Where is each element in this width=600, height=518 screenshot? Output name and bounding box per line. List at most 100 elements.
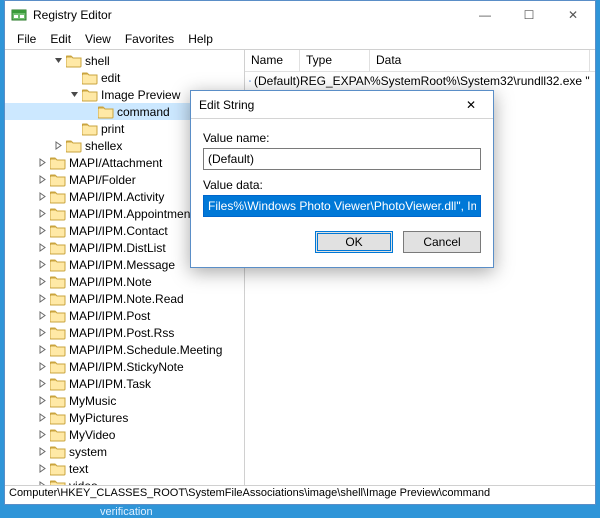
tree-item[interactable]: MAPI/IPM.Schedule.Meeting xyxy=(5,341,244,358)
chevron-down-icon[interactable] xyxy=(69,89,80,100)
twisty-none xyxy=(69,72,80,83)
menu-view[interactable]: View xyxy=(79,30,117,48)
menu-edit[interactable]: Edit xyxy=(44,30,77,48)
chevron-down-icon[interactable] xyxy=(53,55,64,66)
chevron-right-icon[interactable] xyxy=(37,191,48,202)
tree-item[interactable]: MAPI/IPM.Note xyxy=(5,273,244,290)
dialog-close-button[interactable]: ✕ xyxy=(457,98,485,112)
folder-icon xyxy=(50,360,66,374)
ok-button[interactable]: OK xyxy=(315,231,393,253)
chevron-right-icon[interactable] xyxy=(37,174,48,185)
tree-item-label: edit xyxy=(101,71,120,85)
folder-icon xyxy=(50,173,66,187)
app-icon xyxy=(11,7,27,23)
dialog-titlebar[interactable]: Edit String ✕ xyxy=(191,91,493,119)
tree-item[interactable]: MyMusic xyxy=(5,392,244,409)
folder-icon xyxy=(50,258,66,272)
tree-item[interactable]: system xyxy=(5,443,244,460)
folder-icon xyxy=(98,105,114,119)
column-header[interactable]: Name xyxy=(245,50,300,71)
value-name-input[interactable] xyxy=(203,148,481,170)
minimize-button[interactable]: — xyxy=(463,1,507,29)
tree-item[interactable]: MAPI/IPM.Post xyxy=(5,307,244,324)
tree-item-label: MAPI/Attachment xyxy=(69,156,162,170)
value-name-label: Value name: xyxy=(203,131,481,145)
column-header[interactable]: Data xyxy=(370,50,590,71)
tree-item[interactable]: video xyxy=(5,477,244,485)
menu-favorites[interactable]: Favorites xyxy=(119,30,180,48)
folder-icon xyxy=(50,394,66,408)
tree-item[interactable]: MAPI/IPM.Task xyxy=(5,375,244,392)
tree-item-label: MAPI/Folder xyxy=(69,173,136,187)
statusbar: Computer\HKEY_CLASSES_ROOT\SystemFileAss… xyxy=(5,486,595,504)
titlebar[interactable]: Registry Editor — ☐ ✕ xyxy=(5,1,595,29)
tree-item-label: print xyxy=(101,122,124,136)
menu-file[interactable]: File xyxy=(11,30,42,48)
menubar: File Edit View Favorites Help xyxy=(5,29,595,49)
chevron-right-icon[interactable] xyxy=(37,361,48,372)
value-type-cell: REG_EXPAND_SZ xyxy=(300,74,370,88)
chevron-right-icon[interactable] xyxy=(37,310,48,321)
folder-icon xyxy=(50,479,66,486)
folder-icon xyxy=(50,428,66,442)
folder-icon xyxy=(82,122,98,136)
chevron-right-icon[interactable] xyxy=(37,208,48,219)
maximize-button[interactable]: ☐ xyxy=(507,1,551,29)
string-value-icon: ab xyxy=(249,74,251,88)
tree-item-label: system xyxy=(69,445,107,459)
twisty-none xyxy=(69,123,80,134)
menu-help[interactable]: Help xyxy=(182,30,219,48)
tree-item[interactable]: edit xyxy=(5,69,244,86)
value-row[interactable]: ab(Default)REG_EXPAND_SZ%SystemRoot%\Sys… xyxy=(245,72,595,90)
tree-item-label: MAPI/IPM.Post xyxy=(69,309,150,323)
folder-icon xyxy=(50,445,66,459)
value-data-cell: %SystemRoot%\System32\rundll32.exe "%Pro… xyxy=(370,74,590,88)
folder-icon xyxy=(50,207,66,221)
folder-icon xyxy=(50,224,66,238)
folder-icon xyxy=(66,139,82,153)
cancel-button[interactable]: Cancel xyxy=(403,231,481,253)
tree-item[interactable]: MAPI/IPM.Note.Read xyxy=(5,290,244,307)
chevron-right-icon[interactable] xyxy=(37,395,48,406)
tree-item[interactable]: MyPictures xyxy=(5,409,244,426)
chevron-right-icon[interactable] xyxy=(37,344,48,355)
tree-item-label: shellex xyxy=(85,139,122,153)
close-button[interactable]: ✕ xyxy=(551,1,595,29)
chevron-right-icon[interactable] xyxy=(37,225,48,236)
chevron-right-icon[interactable] xyxy=(37,259,48,270)
chevron-right-icon[interactable] xyxy=(37,463,48,474)
tree-item[interactable]: shell xyxy=(5,52,244,69)
chevron-right-icon[interactable] xyxy=(37,157,48,168)
chevron-right-icon[interactable] xyxy=(37,242,48,253)
chevron-right-icon[interactable] xyxy=(37,327,48,338)
tree-item[interactable]: text xyxy=(5,460,244,477)
folder-icon xyxy=(50,309,66,323)
tree-item-label: MyVideo xyxy=(69,428,115,442)
chevron-right-icon[interactable] xyxy=(37,293,48,304)
tree-item-label: MAPI/IPM.Schedule.Meeting xyxy=(69,343,222,357)
tree-item-label: MAPI/IPM.Note xyxy=(69,275,152,289)
column-header[interactable]: Type xyxy=(300,50,370,71)
chevron-right-icon[interactable] xyxy=(37,446,48,457)
chevron-right-icon[interactable] xyxy=(37,378,48,389)
tree-item-label: MAPI/IPM.Message xyxy=(69,258,175,272)
tree-item-label: MAPI/IPM.Appointment xyxy=(69,207,194,221)
tree-item[interactable]: MAPI/IPM.Post.Rss xyxy=(5,324,244,341)
chevron-right-icon[interactable] xyxy=(53,140,64,151)
folder-icon xyxy=(50,462,66,476)
chevron-right-icon[interactable] xyxy=(37,480,48,485)
chevron-right-icon[interactable] xyxy=(37,429,48,440)
tree-item-label: MAPI/IPM.Task xyxy=(69,377,151,391)
folder-icon xyxy=(82,71,98,85)
chevron-right-icon[interactable] xyxy=(37,276,48,287)
value-data-input[interactable] xyxy=(203,195,481,217)
tree-item-label: MAPI/IPM.Activity xyxy=(69,190,164,204)
chevron-right-icon[interactable] xyxy=(37,412,48,423)
folder-icon xyxy=(50,326,66,340)
folder-icon xyxy=(50,343,66,357)
tree-item[interactable]: MyVideo xyxy=(5,426,244,443)
tree-item[interactable]: MAPI/IPM.StickyNote xyxy=(5,358,244,375)
value-name-cell: ab(Default) xyxy=(249,74,300,88)
tree-item-label: text xyxy=(69,462,88,476)
tree-item-label: video xyxy=(69,479,98,486)
